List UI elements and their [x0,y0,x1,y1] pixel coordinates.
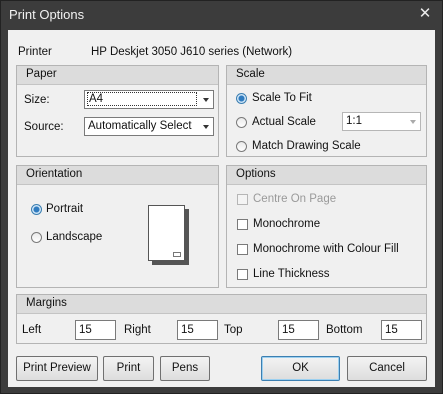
actual-scale-label[interactable]: Actual Scale [252,116,316,128]
ok-button[interactable]: OK [261,356,340,381]
monochrome-checkbox[interactable] [237,219,248,230]
pens-button[interactable]: Pens [160,356,210,381]
print-options-dialog: Print Options ✕ Printer HP Deskjet 3050 … [0,0,443,394]
margin-bottom-label: Bottom [326,324,363,336]
paper-heading: Paper [26,68,57,80]
window-title: Print Options [9,7,85,22]
options-heading: Options [236,168,276,180]
chevron-down-icon[interactable] [410,120,416,124]
margin-right-label: Right [124,324,151,336]
portrait-page-preview-icon [148,205,185,261]
monochrome-colour-fill-label[interactable]: Monochrome with Colour Fill [253,243,399,255]
monochrome-colour-fill-checkbox[interactable] [237,244,248,255]
title-bar[interactable]: Print Options ✕ [1,1,442,30]
print-preview-button[interactable]: Print Preview [16,356,98,381]
orientation-heading: Orientation [26,168,83,180]
size-dropdown[interactable]: A4 [84,90,214,109]
landscape-radio[interactable] [31,232,42,243]
printer-name: HP Deskjet 3050 J610 series (Network) [91,46,293,58]
orientation-group: Orientation Portrait Landscape [16,165,219,288]
margins-heading: Margins [26,297,67,309]
monochrome-label[interactable]: Monochrome [253,218,320,230]
size-value: A4 [87,92,197,106]
options-group-header: Options [227,166,426,185]
printer-label: Printer [18,46,52,58]
chevron-down-icon[interactable] [203,98,209,102]
options-group: Options Centre On Page Monochrome Monoch… [226,165,427,288]
line-thickness-label[interactable]: Line Thickness [253,268,330,280]
margins-group: Margins Left 15 Right 15 Top 15 Bottom 1… [16,294,427,344]
margin-top-input[interactable]: 15 [278,320,319,340]
margin-left-input[interactable]: 15 [75,320,116,340]
line-thickness-checkbox[interactable] [237,269,248,280]
scale-ratio-value: 1:1 [346,115,362,127]
size-label: Size: [24,94,50,106]
dialog-body: Printer HP Deskjet 3050 J610 series (Net… [8,30,435,387]
margin-top-label: Top [224,324,243,336]
source-value: Automatically Select [88,120,192,132]
scale-group: Scale Scale To Fit Actual Scale 1:1 Matc… [226,65,427,157]
source-dropdown[interactable]: Automatically Select [84,117,214,136]
centre-on-page-checkbox[interactable] [237,194,248,205]
match-drawing-scale-label[interactable]: Match Drawing Scale [252,140,361,152]
print-button[interactable]: Print [103,356,154,381]
paper-group-header: Paper [17,66,218,85]
scale-ratio-dropdown[interactable]: 1:1 [342,112,421,131]
scale-to-fit-label[interactable]: Scale To Fit [252,92,312,104]
scale-to-fit-radio[interactable] [236,93,247,104]
paper-group: Paper Size: A4 Source: Automatically Sel… [16,65,219,157]
margins-group-header: Margins [17,295,426,314]
portrait-radio[interactable] [31,204,42,215]
match-drawing-scale-radio[interactable] [236,141,247,152]
scale-group-header: Scale [227,66,426,85]
landscape-label[interactable]: Landscape [46,231,102,243]
cancel-button[interactable]: Cancel [347,356,427,381]
portrait-label[interactable]: Portrait [46,203,83,215]
page-corner-icon [173,252,181,257]
margin-left-label: Left [22,324,42,336]
source-label: Source: [24,121,64,133]
actual-scale-radio[interactable] [236,117,247,128]
close-icon[interactable]: ✕ [414,4,436,24]
margin-right-input[interactable]: 15 [177,320,218,340]
orientation-group-header: Orientation [17,166,218,185]
chevron-down-icon[interactable] [203,125,209,129]
centre-on-page-label: Centre On Page [253,193,337,205]
margin-bottom-input[interactable]: 15 [381,320,422,340]
scale-heading: Scale [236,68,265,80]
